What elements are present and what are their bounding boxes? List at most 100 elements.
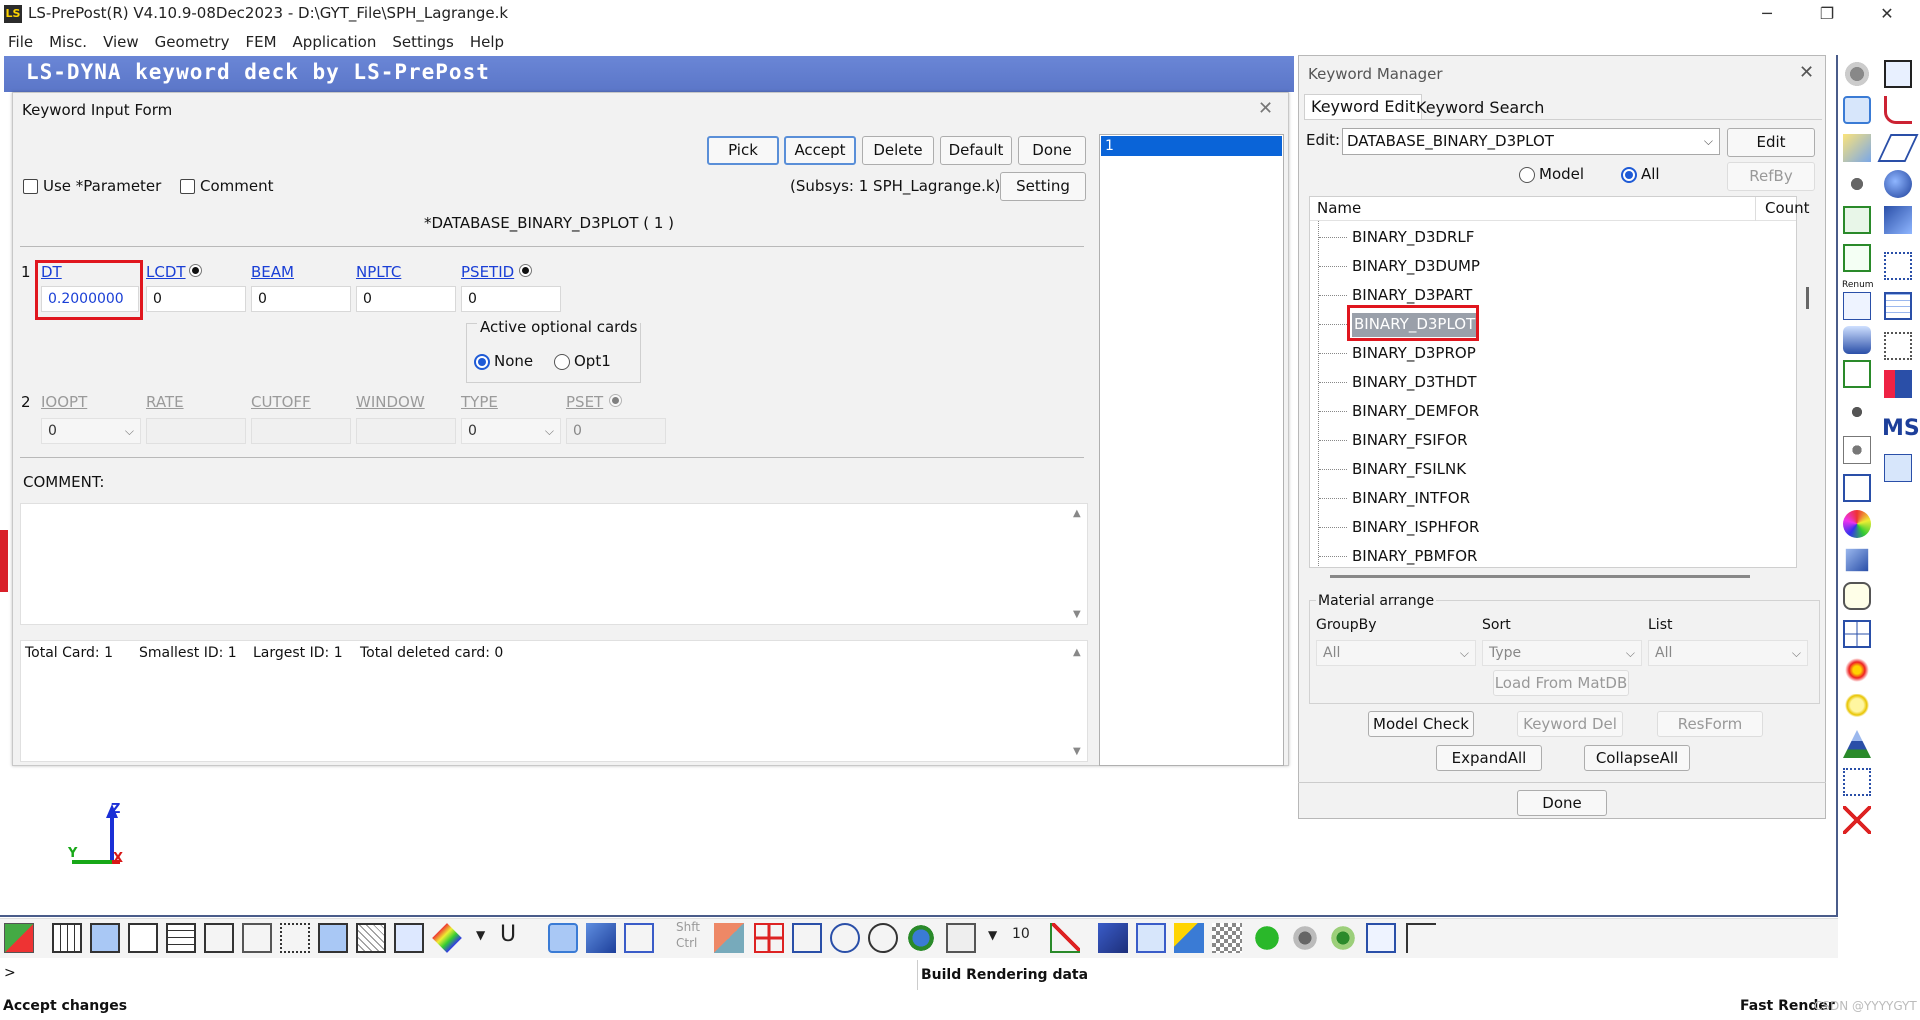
u-label[interactable]: U xyxy=(500,922,516,947)
mesh-lines-icon[interactable] xyxy=(166,923,196,953)
color-wheel-icon[interactable] xyxy=(1843,510,1871,538)
settings-gear-icon[interactable] xyxy=(1843,170,1871,198)
groupby-select[interactable]: All ⌵ xyxy=(1316,640,1476,666)
explosion-icon[interactable] xyxy=(1843,656,1871,684)
disk-icon[interactable] xyxy=(1843,436,1871,464)
shaded-mesh-icon[interactable] xyxy=(318,923,348,953)
tree-item[interactable]: BINARY_INTFOR xyxy=(1352,487,1470,511)
count-column-header[interactable]: Count xyxy=(1765,199,1810,217)
center-icon[interactable] xyxy=(754,923,784,953)
lightning-icon[interactable] xyxy=(1174,923,1204,953)
field-label-npltc[interactable]: NPLTC xyxy=(356,263,401,281)
accept-button[interactable]: Accept xyxy=(784,136,856,165)
feature-line-icon[interactable] xyxy=(242,923,272,953)
keyword-edit-combo[interactable]: DATABASE_BINARY_D3PLOT ⌵ xyxy=(1342,128,1720,155)
collapse-all-button[interactable]: CollapseAll xyxy=(1584,745,1690,771)
close-icon[interactable]: ✕ xyxy=(1799,62,1814,83)
wire-cube-icon[interactable] xyxy=(624,923,654,953)
done-button[interactable]: Done xyxy=(1018,136,1086,165)
gear-small-icon[interactable] xyxy=(1843,398,1871,426)
none-radio[interactable] xyxy=(474,354,490,370)
element-edit-icon[interactable] xyxy=(1843,134,1871,162)
list-icon[interactable] xyxy=(1843,292,1871,320)
default-button[interactable]: Default xyxy=(940,136,1012,165)
beam-input[interactable]: 0 xyxy=(251,286,351,312)
lightbulb-icon[interactable] xyxy=(1843,694,1871,722)
solid-blue-icon[interactable] xyxy=(586,923,616,953)
gears-icon[interactable] xyxy=(1843,60,1871,88)
menu-settings[interactable]: Settings xyxy=(384,28,462,54)
name-column-header[interactable]: Name xyxy=(1317,199,1361,217)
tree-hscrollbar[interactable] xyxy=(1330,575,1750,578)
scroll-up-icon[interactable]: ▲ xyxy=(1073,647,1081,658)
tree-item[interactable]: BINARY_D3DUMP xyxy=(1352,255,1480,279)
table-icon[interactable] xyxy=(1884,292,1912,320)
lcdt-input[interactable]: 0 xyxy=(146,286,246,312)
opt1-radio[interactable] xyxy=(554,354,570,370)
zoom-box-icon[interactable] xyxy=(792,923,822,953)
point-cloud-icon[interactable] xyxy=(280,923,310,953)
layers-icon[interactable] xyxy=(1843,326,1871,354)
green-gear-icon[interactable] xyxy=(1328,923,1358,953)
tree-item[interactable]: BINARY_D3THDT xyxy=(1352,371,1477,395)
message-icon[interactable] xyxy=(1884,454,1912,482)
scroll-down-icon[interactable]: ▼ xyxy=(1073,746,1081,757)
all-radio[interactable] xyxy=(1621,167,1637,183)
home-view-icon[interactable] xyxy=(4,923,34,953)
mesh-icon[interactable] xyxy=(1843,96,1871,124)
lcdt-pick-icon[interactable] xyxy=(189,264,202,277)
comment-textarea[interactable] xyxy=(20,503,1088,625)
menu-view[interactable]: View xyxy=(95,28,147,54)
comment-checkbox[interactable] xyxy=(180,179,195,194)
field-label-beam[interactable]: BEAM xyxy=(251,263,294,281)
scroll-up-icon[interactable]: ▲ xyxy=(1073,508,1081,519)
minimize-button[interactable]: ─ xyxy=(1745,2,1789,26)
graph-icon[interactable] xyxy=(1366,923,1396,953)
cube-small-icon[interactable] xyxy=(1845,548,1869,572)
menu-geometry[interactable]: Geometry xyxy=(147,28,238,54)
npltc-input[interactable]: 0 xyxy=(356,286,456,312)
model-radio[interactable] xyxy=(1519,167,1535,183)
scroll-down-icon[interactable]: ▼ xyxy=(1073,609,1081,620)
part-color-icon[interactable] xyxy=(1884,370,1912,398)
renum-icon[interactable] xyxy=(1843,244,1871,272)
id-list[interactable] xyxy=(1099,134,1284,766)
sort-select[interactable]: Type ⌵ xyxy=(1482,640,1642,666)
node-grid-icon[interactable] xyxy=(1884,252,1912,280)
edit-button[interactable]: Edit xyxy=(1727,128,1815,157)
shaded-icon[interactable] xyxy=(90,923,120,953)
tree-item[interactable]: BINARY_PBMFOR xyxy=(1352,545,1477,569)
tree-item[interactable]: BINARY_D3PROP xyxy=(1352,342,1476,366)
field-label-lcdt[interactable]: LCDT xyxy=(146,263,186,281)
tree-item[interactable]: BINARY_FSIFOR xyxy=(1352,429,1468,453)
hidden-line-icon[interactable] xyxy=(128,923,158,953)
use-parameter-checkbox[interactable] xyxy=(23,179,38,194)
window-icon[interactable] xyxy=(1843,474,1871,502)
eraser-icon[interactable] xyxy=(714,923,744,953)
dropdown-arrow-icon[interactable]: ▼ xyxy=(988,928,997,942)
points-icon[interactable] xyxy=(1843,768,1871,796)
tree-item[interactable]: BINARY_DEMFOR xyxy=(1352,400,1479,424)
hierarchy-icon[interactable] xyxy=(1406,923,1436,953)
setting-button[interactable]: Setting xyxy=(1000,172,1086,201)
checker-icon[interactable] xyxy=(1212,923,1242,953)
pick-button[interactable]: Pick xyxy=(707,136,779,165)
check-icon[interactable] xyxy=(1843,206,1871,234)
box-icon[interactable] xyxy=(946,923,976,953)
delete-button[interactable]: Delete xyxy=(862,136,934,165)
menu-file[interactable]: File xyxy=(0,28,41,54)
type-select[interactable]: 0 ⌵ xyxy=(461,418,561,444)
menu-application[interactable]: Application xyxy=(285,28,385,54)
dropdown-arrow-icon[interactable]: ▼ xyxy=(476,928,485,942)
split-view-icon[interactable] xyxy=(1843,620,1871,648)
menu-help[interactable]: Help xyxy=(462,28,512,54)
expand-all-button[interactable]: ExpandAll xyxy=(1436,745,1542,771)
list-select[interactable]: All ⌵ xyxy=(1648,640,1808,666)
psetid-pick-icon[interactable] xyxy=(519,264,532,277)
maximize-button[interactable]: ❐ xyxy=(1805,2,1849,26)
wireframe-icon[interactable] xyxy=(52,923,82,953)
verify-icon[interactable] xyxy=(1843,360,1871,388)
view-cube-icon[interactable] xyxy=(548,923,578,953)
psetid-input[interactable]: 0 xyxy=(461,286,561,312)
gear-tool-icon[interactable] xyxy=(1290,923,1320,953)
